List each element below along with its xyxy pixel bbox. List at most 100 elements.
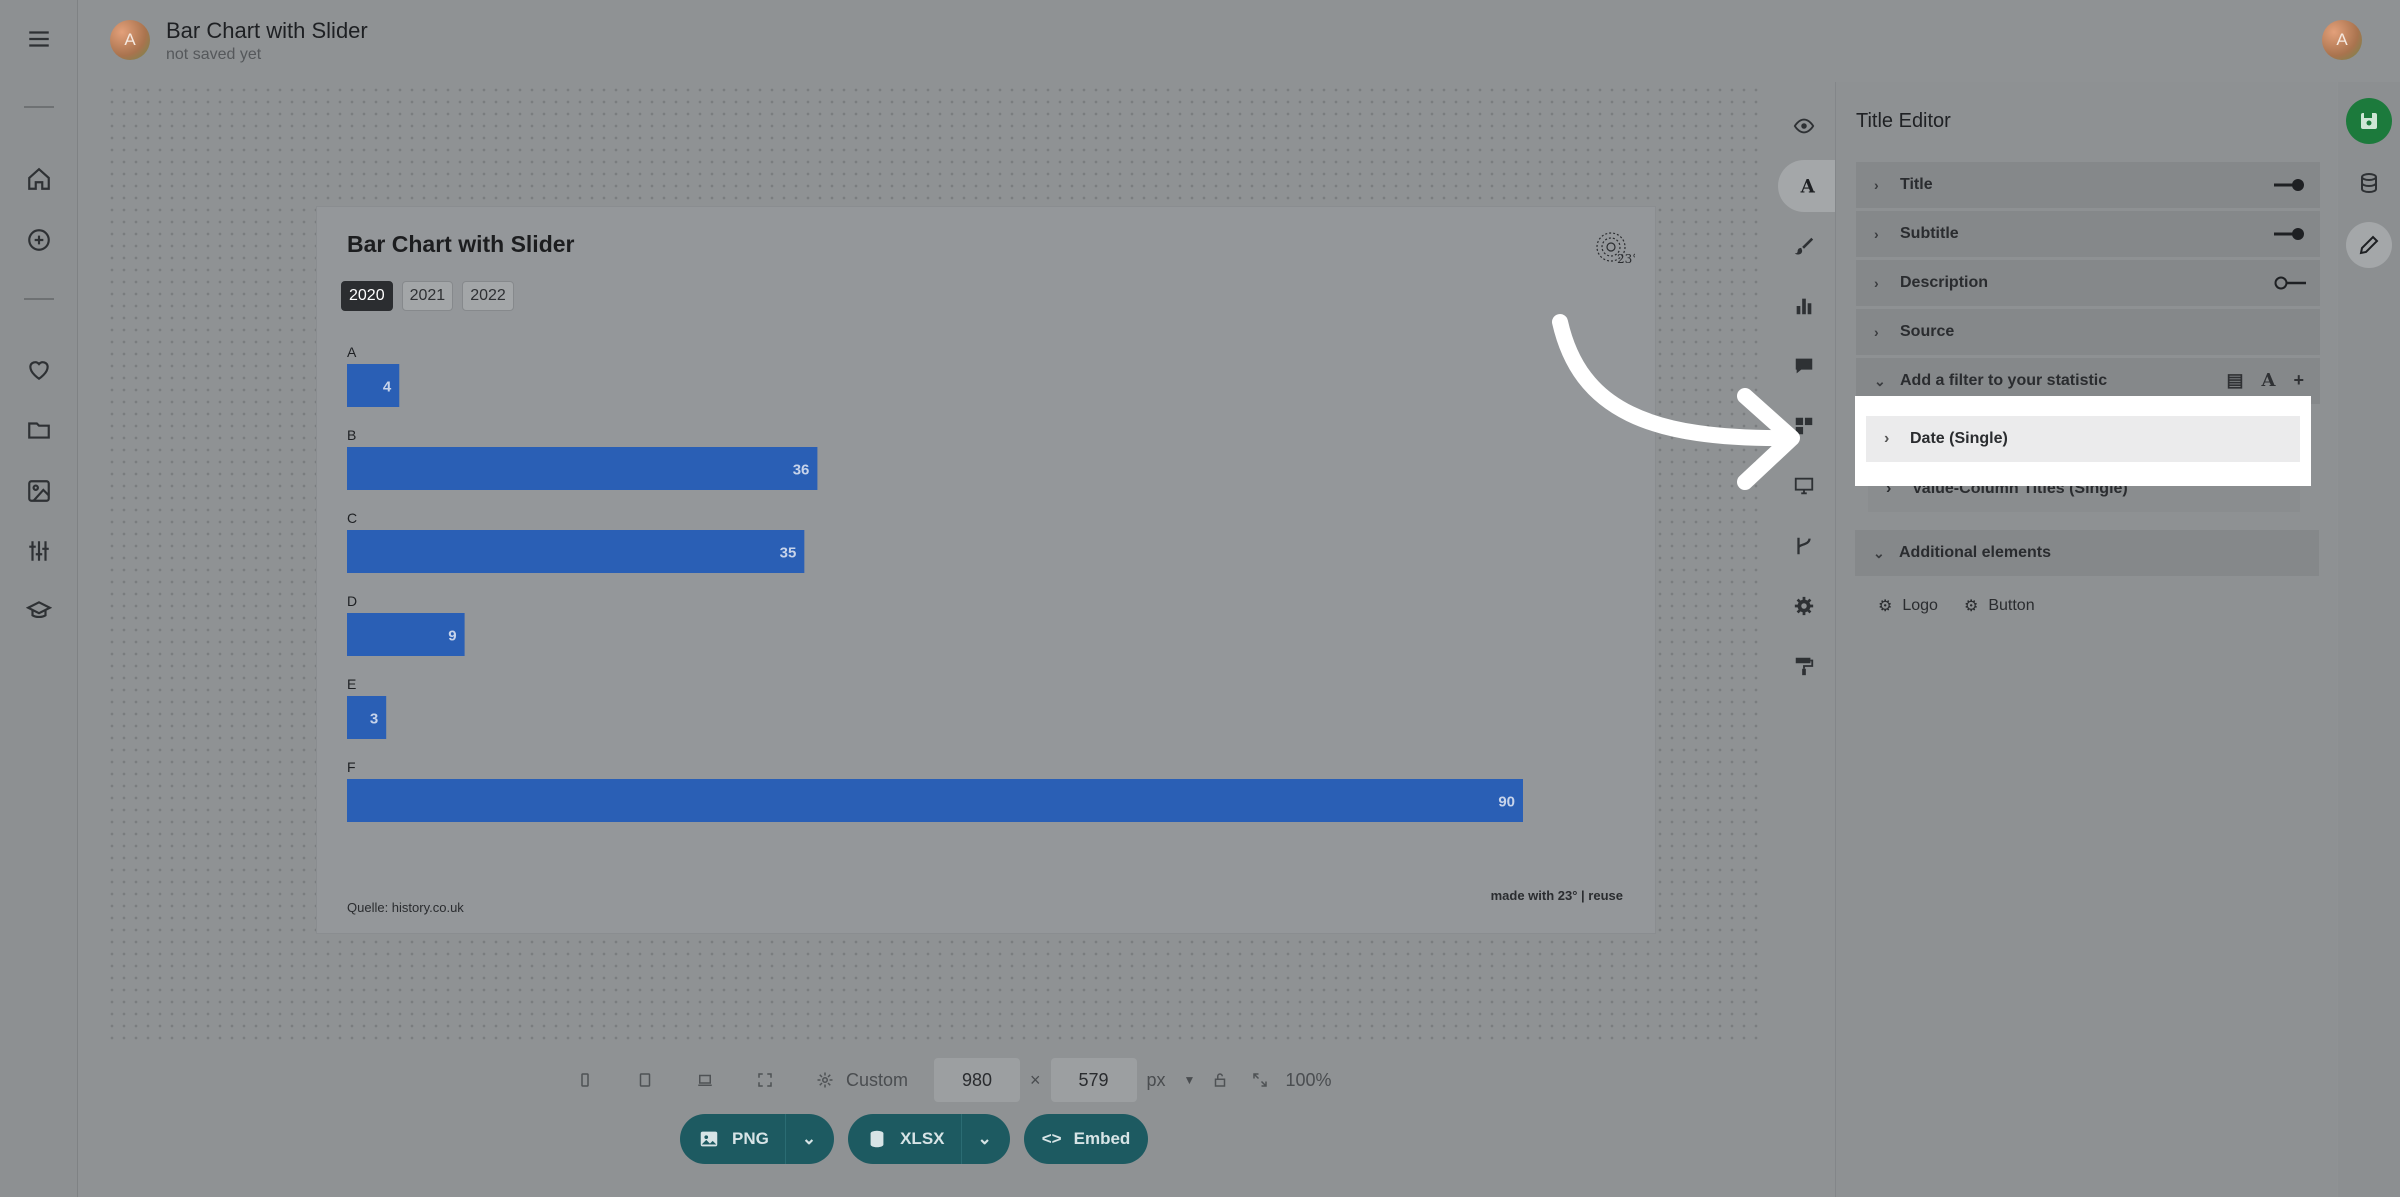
- gear-icon[interactable]: [1778, 580, 1830, 632]
- bar-value-label: 4: [383, 379, 392, 396]
- title-row[interactable]: › Title: [1856, 162, 2320, 208]
- folder-icon[interactable]: [24, 415, 54, 445]
- bar-C[interactable]: [347, 530, 805, 573]
- zoom-level: 100%: [1285, 1069, 1332, 1090]
- year-tab-2020[interactable]: 2020: [341, 281, 393, 311]
- database-icon: [870, 1130, 884, 1148]
- database-icon[interactable]: [2346, 160, 2392, 206]
- sliders-icon[interactable]: [24, 536, 54, 566]
- avatar[interactable]: A: [110, 20, 150, 60]
- image-icon[interactable]: [24, 476, 54, 506]
- xlsx-export-button[interactable]: XLSX ⌄: [848, 1114, 1010, 1164]
- tablet-icon[interactable]: [634, 1069, 656, 1091]
- sliders-icon: ⚙: [1964, 598, 1979, 615]
- chart-source: Quelle: history.co.uk: [347, 900, 464, 915]
- bar-value-label: 35: [780, 545, 797, 562]
- logo-item[interactable]: ⚙ Logo: [1878, 596, 1938, 616]
- subtitle-toggle[interactable]: [2274, 227, 2306, 241]
- chevron-down-icon[interactable]: ⌄: [978, 1129, 992, 1149]
- graduation-cap-icon[interactable]: [24, 596, 54, 626]
- right-rail: [2338, 82, 2400, 1197]
- bar-value-label: 9: [448, 628, 456, 645]
- chevron-down-icon[interactable]: ▼: [1184, 1073, 1196, 1087]
- xlsx-label: XLSX: [900, 1129, 945, 1148]
- add-icon[interactable]: [24, 225, 54, 255]
- zoom-icon[interactable]: [1249, 1069, 1271, 1091]
- title-toggle[interactable]: [2274, 178, 2306, 192]
- size-preset[interactable]: Custom: [846, 1070, 908, 1091]
- description-row[interactable]: › Description: [1856, 260, 2320, 306]
- user-avatar[interactable]: A: [2322, 20, 2362, 60]
- bar-F[interactable]: [347, 779, 1523, 822]
- laptop-icon[interactable]: [694, 1069, 716, 1091]
- chevron-down-icon: ⌄: [1873, 544, 1885, 561]
- bar-value-label: 90: [1498, 794, 1515, 811]
- filter-date-label: Date (Single): [1910, 430, 2008, 447]
- chevron-right-icon: ›: [1874, 226, 1879, 242]
- bar-E[interactable]: [347, 696, 387, 739]
- text-icon[interactable]: A: [2262, 370, 2276, 391]
- eye-icon[interactable]: [1778, 100, 1830, 152]
- text-icon[interactable]: A: [1778, 160, 1836, 212]
- width-input[interactable]: 980: [934, 1058, 1021, 1102]
- divider: [784, 1114, 786, 1164]
- home-icon[interactable]: [24, 164, 54, 194]
- times-sign: ×: [1030, 1069, 1041, 1090]
- mobile-icon[interactable]: [574, 1069, 596, 1091]
- additional-elements-label: Additional elements: [1899, 544, 2052, 561]
- description-toggle[interactable]: [2274, 276, 2306, 290]
- button-item[interactable]: ⚙ Button: [1964, 596, 2035, 616]
- unit-select[interactable]: px: [1147, 1070, 1166, 1091]
- bar-A[interactable]: [347, 364, 400, 407]
- annotation-arrow: [1552, 314, 1800, 490]
- chart-title[interactable]: Bar Chart with Slider: [347, 231, 574, 258]
- png-export-button[interactable]: PNG ⌄: [680, 1114, 835, 1164]
- button-item-label: Button: [1988, 597, 2035, 614]
- gear-icon[interactable]: [814, 1069, 836, 1091]
- logo-23-icon: 23°: [1596, 232, 1635, 266]
- category-label: D: [347, 593, 357, 609]
- additional-elements-row[interactable]: ⌄ Additional elements: [1855, 530, 2319, 576]
- bar-value-label: 3: [370, 711, 378, 728]
- fullscreen-icon[interactable]: [754, 1069, 776, 1091]
- chevron-right-icon: ›: [1874, 324, 1879, 340]
- save-icon[interactable]: [2346, 98, 2392, 144]
- filter-date-single[interactable]: › Date (Single): [1866, 416, 2300, 462]
- menu-icon[interactable]: [24, 24, 54, 54]
- editor-canvas: A 4 B 36 C 35 D 9 E 3 F 90 Bar Chart with Slider 23…: [106, 84, 1762, 1044]
- paint-roller-icon[interactable]: [1778, 640, 1830, 692]
- category-label: E: [347, 676, 356, 692]
- chart-card: A 4 B 36 C 35 D 9 E 3 F 90 Bar Chart with Slider 23…: [316, 206, 1656, 934]
- chevron-down-icon[interactable]: ⌄: [802, 1129, 816, 1149]
- heart-icon[interactable]: [24, 355, 54, 385]
- category-label: A: [347, 344, 357, 360]
- bar-B[interactable]: [347, 447, 818, 490]
- height-input[interactable]: 579: [1050, 1058, 1137, 1102]
- year-tab-2022[interactable]: 2022: [462, 281, 514, 311]
- pencil-icon[interactable]: [2346, 222, 2392, 268]
- subtitle-row[interactable]: › Subtitle: [1856, 211, 2320, 257]
- lock-icon[interactable]: [1209, 1069, 1231, 1091]
- panel-title: Title Editor: [1856, 110, 1951, 132]
- source-row[interactable]: › Source: [1856, 309, 2320, 355]
- branch-icon[interactable]: [1778, 520, 1830, 572]
- chevron-down-icon: ⌄: [1874, 372, 1886, 389]
- brush-icon[interactable]: [1778, 220, 1830, 272]
- export-bar: PNG ⌄ XLSX ⌄ <> Embed: [680, 1114, 1149, 1164]
- embed-button[interactable]: <> Embed: [1023, 1114, 1149, 1164]
- page-title[interactable]: Bar Chart with Slider: [166, 18, 368, 44]
- bar-chart: A 4 B 36 C 35 D 9 E 3 F 90: [347, 344, 1523, 822]
- filter-section-label: Add a filter to your statistic: [1900, 372, 2108, 389]
- bar-D[interactable]: [347, 613, 465, 656]
- title-editor-panel: Title Editor › Title › Subtitle › Descri…: [1835, 82, 2337, 1197]
- made-with-link[interactable]: made with 23° | reuse: [1491, 888, 1623, 903]
- nav-divider: [24, 106, 54, 108]
- plus-icon[interactable]: +: [2293, 370, 2304, 391]
- year-tab-2021[interactable]: 2021: [401, 281, 454, 311]
- category-label: B: [347, 427, 356, 443]
- save-status: not saved yet: [166, 46, 262, 63]
- sliders-icon: ⚙: [1878, 598, 1893, 615]
- source-row-label: Source: [1900, 323, 1955, 340]
- subtitle-row-label: Subtitle: [1900, 225, 1959, 242]
- table-icon[interactable]: ▤: [2227, 370, 2244, 391]
